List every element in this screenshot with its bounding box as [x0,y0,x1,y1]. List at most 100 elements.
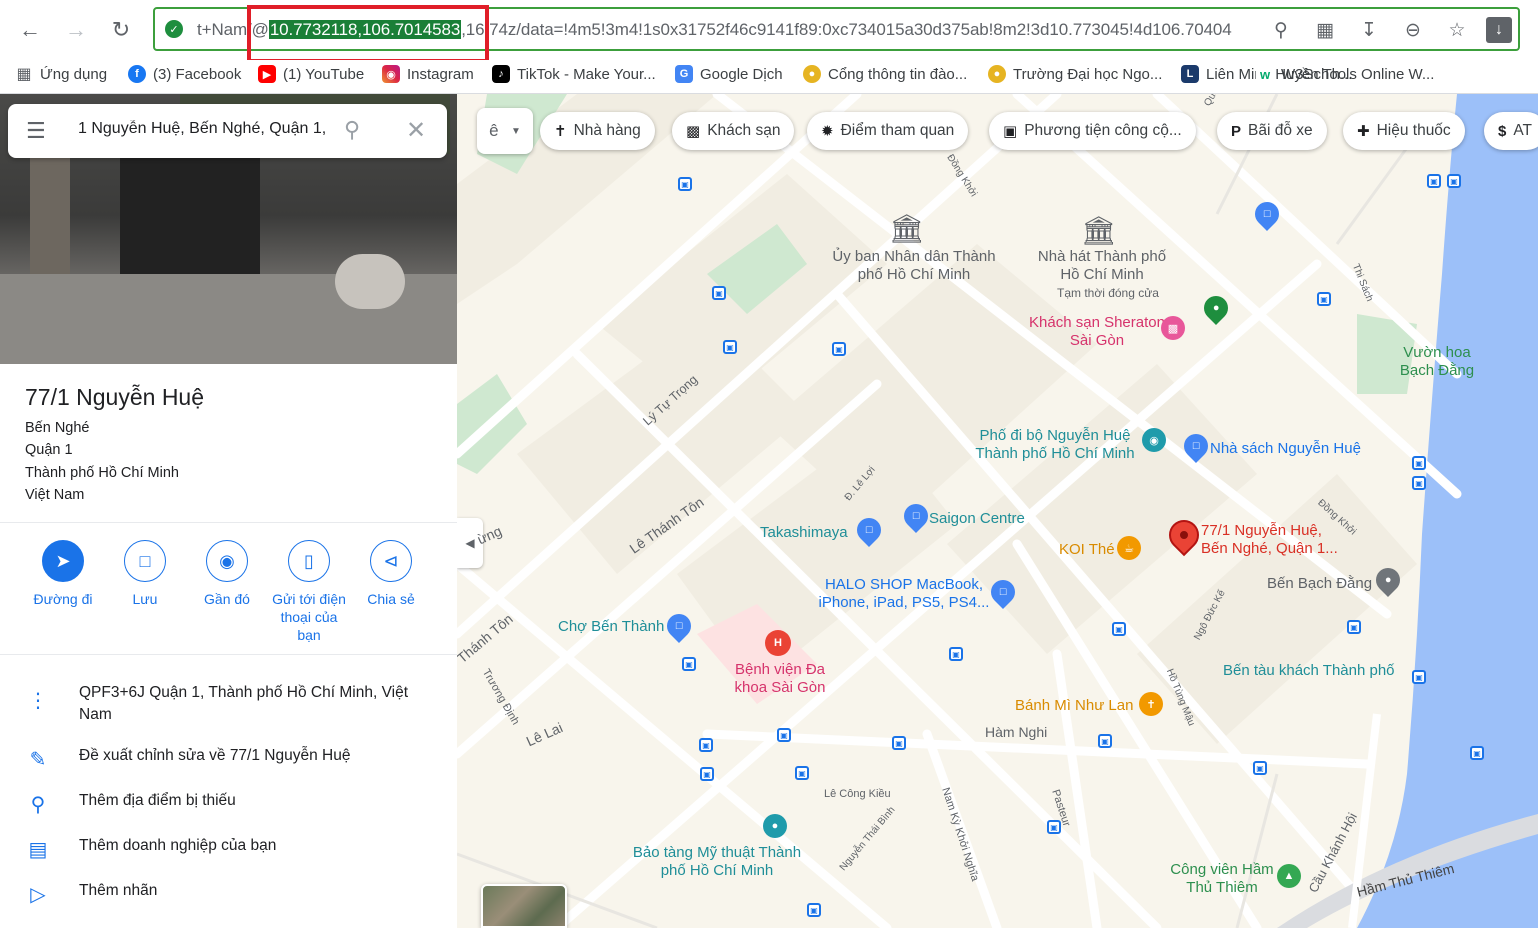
label-takashimaya[interactable]: Takashimaya [760,524,848,542]
label-ubnd[interactable]: Ủy ban Nhân dân Thành phố Hồ Chí Minh [829,248,999,284]
download-icon[interactable]: ↓ [1486,17,1512,43]
camera-pin-icon[interactable]: ◉ [1142,428,1166,452]
bus-stop-icon[interactable]: ▣ [795,766,809,780]
bus-stop-icon[interactable]: ▣ [1412,476,1426,490]
label-saigon-centre[interactable]: Saigon Centre [929,510,1025,528]
bus-stop-icon[interactable]: ▣ [1470,746,1484,760]
forward-arrow-icon[interactable]: → [58,12,94,48]
label-ben-tau[interactable]: Bến tàu khách Thành phố [1223,662,1395,680]
lock-icon[interactable]: ✓ [165,20,183,38]
qr-code-icon[interactable]: ▦ [1310,15,1340,45]
star-icon[interactable]: ☆ [1442,15,1472,45]
bus-stop-icon[interactable]: ▣ [712,286,726,300]
label-nha-hat[interactable]: Nhà hát Thành phố Hồ Chí Minh [1037,248,1167,284]
label-ben-bach-dang[interactable]: Bến Bạch Đằng [1267,575,1372,593]
label-selected-place[interactable]: 77/1 Nguyễn Huệ, Bến Nghé, Quận 1... [1201,522,1343,558]
fork-knife-icon: ✝ [554,123,567,140]
chip-label: Phương tiện công cộ... [1024,122,1182,139]
install-icon[interactable]: ↧ [1354,15,1384,45]
divider [0,522,457,523]
label-cho-ben-thanh[interactable]: Chợ Bến Thành [558,618,664,636]
share-icon: ⊲ [370,540,412,582]
photo-motorbike [335,254,405,309]
bookmark-label: Ứng dụng [40,65,108,83]
hospital-pin-icon[interactable]: H [765,630,791,656]
museum-pin-icon[interactable]: ● [763,814,787,838]
label-vuon-hoa[interactable]: Vườn hoa Bạch Đằng [1397,344,1477,380]
bus-stop-icon[interactable]: ▣ [1098,734,1112,748]
bus-stop-icon[interactable]: ▣ [1112,622,1126,636]
back-arrow-icon[interactable]: ← [12,12,48,48]
bus-stop-icon[interactable]: ▣ [699,738,713,752]
nearby-button[interactable]: ◉ Gần đó [187,540,267,608]
chip-atm[interactable]: $ AT [1484,112,1538,150]
label-banh-mi[interactable]: Bánh Mì Như Lan [1015,697,1133,715]
chip-parking[interactable]: P Bãi đỗ xe [1217,112,1327,150]
label-pho-di-bo[interactable]: Phố đi bộ Nguyễn Huệ Thành phố Hồ Chí Mi… [967,427,1143,463]
cafe-pin-icon[interactable]: ☕ [1117,536,1141,560]
bus-stop-icon[interactable]: ▣ [1317,292,1331,306]
location-icon[interactable]: ⚲ [1266,15,1296,45]
save-button[interactable]: □ Lưu [105,540,185,608]
bus-stop-icon[interactable]: ▣ [1047,820,1061,834]
bus-stop-icon[interactable]: ▣ [1447,174,1461,188]
label-cong-vien[interactable]: Công viên Hầm Thủ Thiêm [1157,861,1287,897]
label-halo-shop[interactable]: HALO SHOP MacBook, iPhone, iPad, PS5, PS… [815,576,993,612]
bookmark-w3schools[interactable]: w W3Schools Online W... [1256,65,1434,83]
bus-stop-icon[interactable]: ▣ [1412,670,1426,684]
map-canvas[interactable]: ◀ ê ▼ ✝ Nhà hàng ▩ Khách sạn ✹ Điểm tham qua… [457,94,1538,928]
chip-transit[interactable]: ▣ Phương tiện công cộ... [989,112,1196,150]
bookmark-cong-thong-tin[interactable]: ● Cổng thông tin đào... [803,65,967,83]
park-pin-icon[interactable]: ▲ [1277,864,1301,888]
bus-stop-icon[interactable]: ▣ [892,736,906,750]
bookmark-truong-dai-hoc[interactable]: ● Trường Đại học Ngo... [988,65,1162,83]
label-bao-tang[interactable]: Bảo tàng Mỹ thuật Thành phố Hồ Chí Minh [627,844,807,880]
bus-stop-icon[interactable]: ▣ [949,647,963,661]
search-input[interactable] [78,120,328,138]
league-icon: L [1181,65,1199,83]
bus-stop-icon[interactable]: ▣ [678,177,692,191]
add-label-text: Thêm nhãn [79,882,158,899]
label-koi-the[interactable]: KOI Thé [1059,541,1115,559]
chip-attractions[interactable]: ✹ Điểm tham quan [807,112,969,150]
city-hall-icon[interactable]: 🏛 [889,212,925,245]
bus-stop-icon[interactable]: ▣ [832,342,846,356]
bookmark-youtube[interactable]: ▶ (1) YouTube [258,65,364,83]
bookmark-facebook[interactable]: f (3) Facebook [128,65,241,83]
label-benh-vien[interactable]: Bệnh viện Đa khoa Sài Gòn [727,661,833,697]
bookmark-apps[interactable]: ▦ Ứng dụng [15,65,108,84]
opera-house-icon[interactable]: 🏛 [1081,214,1117,247]
chip-restaurants[interactable]: ✝ Nhà hàng [540,112,655,150]
send-to-phone-button[interactable]: ▯ Gửi tới điện thoại của bạn [269,540,349,644]
bus-stop-icon[interactable]: ▣ [1347,620,1361,634]
close-icon[interactable]: ✕ [406,116,426,145]
youtube-icon: ▶ [258,65,276,83]
bookmark-google-translate[interactable]: G Google Dịch [675,65,783,83]
restaurant-pin-icon[interactable]: ✝ [1139,692,1163,716]
bookmark-instagram[interactable]: ◉ Instagram [382,65,474,83]
bus-stop-icon[interactable]: ▣ [700,767,714,781]
bus-stop-icon[interactable]: ▣ [682,657,696,671]
search-icon[interactable]: ⚲ [344,117,360,143]
chip-pharmacy[interactable]: ✚ Hiệu thuốc [1343,112,1465,150]
reload-icon[interactable]: ↻ [103,12,139,48]
bookmark-tiktok[interactable]: ♪ TikTok - Make Your... [492,65,656,83]
bookmark-label: Cổng thông tin đào... [828,65,968,83]
bus-stop-icon[interactable]: ▣ [1427,174,1441,188]
satellite-layer-toggle[interactable] [481,884,567,928]
chip-hotels[interactable]: ▩ Khách sạn [672,112,795,150]
bus-stop-icon[interactable]: ▣ [723,340,737,354]
share-button[interactable]: ⊲ Chia sẻ [351,540,431,608]
zoom-out-icon[interactable]: ⊖ [1398,15,1428,45]
hotel-pin-icon[interactable]: ▩ [1161,316,1185,340]
menu-icon[interactable]: ☰ [26,119,50,143]
bus-stop-icon[interactable]: ▣ [807,903,821,917]
label-nha-sach[interactable]: Nhà sách Nguyễn Huệ [1210,440,1361,458]
language-button[interactable]: ê ▼ [477,108,533,154]
bus-stop-icon[interactable]: ▣ [1253,761,1267,775]
bus-stop-icon[interactable]: ▣ [1412,456,1426,470]
label-sheraton[interactable]: Khách sạn Sheraton Sài Gòn [1029,314,1165,350]
directions-button[interactable]: ➤ Đường đi [23,540,103,608]
bus-stop-icon[interactable]: ▣ [777,728,791,742]
plus-code-text: QPF3+6J Quận 1, Thành phố Hồ Chí Minh, V… [79,684,408,723]
